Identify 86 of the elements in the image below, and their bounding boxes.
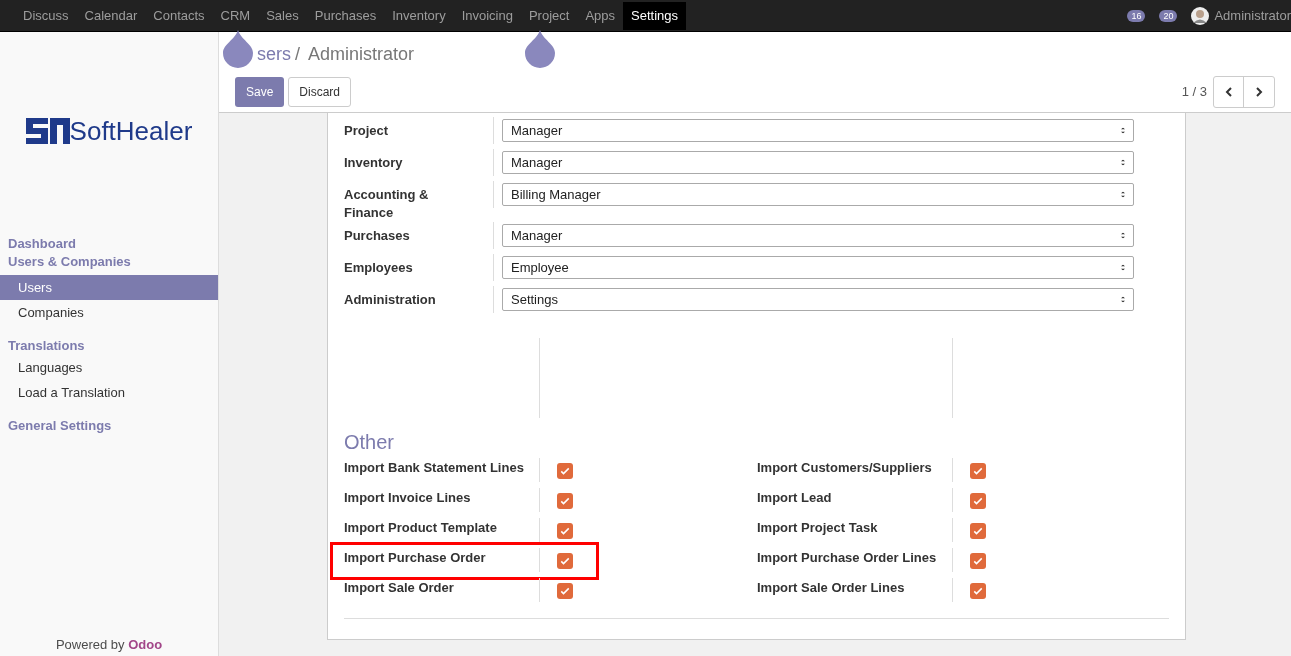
checkbox[interactable] bbox=[970, 493, 986, 509]
sidebar-item[interactable]: Users bbox=[0, 275, 218, 300]
menu-tab[interactable]: Project bbox=[520, 1, 578, 30]
select-field[interactable]: Employee bbox=[502, 256, 1134, 279]
user-name[interactable]: Administrator bbox=[1214, 5, 1291, 26]
menu-tab[interactable]: Calendar bbox=[76, 1, 146, 30]
sidebar-item[interactable]: Load a Translation bbox=[0, 380, 218, 405]
checkbox[interactable] bbox=[557, 463, 573, 479]
dropdown-arrows-icon bbox=[1121, 232, 1125, 239]
check-icon bbox=[972, 525, 984, 537]
checkbox-label: Import Purchase Order bbox=[344, 549, 487, 567]
checkbox-label: Import Bank Statement Lines bbox=[344, 459, 525, 477]
checkbox[interactable] bbox=[557, 583, 573, 599]
message-badge[interactable]: 20 bbox=[1159, 9, 1178, 22]
checkbox[interactable] bbox=[557, 493, 573, 509]
chevron-left-icon bbox=[1223, 87, 1234, 97]
checkbox[interactable] bbox=[970, 463, 986, 479]
checkbox-label: Import Customers/Suppliers bbox=[757, 459, 933, 477]
odoo-link[interactable]: Odoo bbox=[128, 636, 163, 652]
checkbox[interactable] bbox=[970, 583, 986, 599]
checkbox-label: Import Invoice Lines bbox=[344, 489, 472, 507]
dropdown-arrows-icon bbox=[1121, 191, 1125, 198]
checkbox-label: Import Purchase Order Lines bbox=[757, 549, 938, 567]
field-label: Inventory bbox=[344, 154, 404, 172]
dropdown-arrows-icon bbox=[1121, 264, 1125, 271]
select-field[interactable]: Manager bbox=[502, 224, 1134, 247]
menu-tab[interactable]: Discuss bbox=[15, 1, 77, 30]
check-icon bbox=[972, 495, 984, 507]
check-icon bbox=[559, 495, 571, 507]
check-icon bbox=[972, 465, 984, 477]
sidebar-item[interactable]: Languages bbox=[0, 355, 218, 380]
menu-tab[interactable]: Settings bbox=[623, 1, 687, 30]
save-button[interactable]: Save bbox=[235, 77, 285, 107]
menu-tab[interactable]: Contacts bbox=[145, 1, 213, 30]
breadcrumb-title: Administrator bbox=[308, 42, 415, 66]
menu-tab[interactable]: CRM bbox=[212, 1, 259, 30]
menu-tab[interactable]: Sales bbox=[258, 1, 307, 30]
pager-counter: 1 / 3 bbox=[1181, 83, 1207, 102]
menu-tab[interactable]: Purchases bbox=[306, 1, 385, 30]
sidebar-item[interactable]: Companies bbox=[0, 300, 218, 325]
tip-marker-icon[interactable] bbox=[223, 30, 253, 68]
sidebar-section[interactable]: General Settings bbox=[0, 417, 218, 435]
breadcrumb-separator: / bbox=[295, 42, 301, 66]
activity-badge[interactable]: 16 bbox=[1127, 9, 1146, 22]
logo-icon bbox=[25, 118, 70, 144]
sidebar-section[interactable]: Translations bbox=[0, 337, 218, 355]
breadcrumb-link[interactable]: sers bbox=[257, 40, 291, 68]
sidebar-section[interactable]: Dashboard bbox=[0, 235, 218, 253]
tip-marker-icon[interactable] bbox=[525, 30, 555, 68]
checkbox-label: Import Product Template bbox=[344, 519, 498, 537]
check-icon bbox=[972, 555, 984, 567]
field-label: Accounting & Finance bbox=[344, 186, 430, 222]
field-label: Administration bbox=[344, 291, 437, 309]
menu-tab[interactable]: Apps bbox=[577, 1, 624, 30]
field-label: Project bbox=[344, 122, 390, 140]
checkbox[interactable] bbox=[970, 553, 986, 569]
discard-button[interactable]: Discard bbox=[288, 77, 352, 107]
checkbox-label: Import Lead bbox=[757, 489, 833, 507]
check-icon bbox=[559, 555, 571, 567]
field-label: Purchases bbox=[344, 227, 411, 245]
check-icon bbox=[559, 465, 571, 477]
logo-text: SoftHealer bbox=[69, 114, 193, 148]
check-icon bbox=[972, 585, 984, 597]
select-field[interactable]: Manager bbox=[502, 151, 1134, 174]
select-field[interactable]: Settings bbox=[502, 288, 1134, 311]
checkbox-label: Import Sale Order bbox=[344, 579, 455, 597]
menu-tab[interactable]: Inventory bbox=[384, 1, 454, 30]
dropdown-arrows-icon bbox=[1121, 296, 1125, 303]
section-title: Other bbox=[344, 430, 396, 454]
checkbox[interactable] bbox=[557, 523, 573, 539]
checkbox[interactable] bbox=[970, 523, 986, 539]
select-field[interactable]: Manager bbox=[502, 119, 1134, 142]
checkbox[interactable] bbox=[557, 553, 573, 569]
field-label: Employees bbox=[344, 259, 414, 277]
chevron-right-icon bbox=[1254, 87, 1264, 97]
checkbox-label: Import Project Task bbox=[757, 519, 879, 537]
menu-tab[interactable]: Invoicing bbox=[453, 1, 521, 30]
footer-text: Powered by bbox=[55, 636, 126, 652]
check-icon bbox=[559, 525, 571, 537]
dropdown-arrows-icon bbox=[1121, 127, 1125, 134]
sidebar-section[interactable]: Users & Companies bbox=[0, 253, 218, 271]
avatar-icon bbox=[1191, 6, 1210, 25]
check-icon bbox=[559, 585, 571, 597]
select-field[interactable]: Billing Manager bbox=[502, 183, 1134, 206]
dropdown-arrows-icon bbox=[1121, 159, 1125, 166]
checkbox-label: Import Sale Order Lines bbox=[757, 579, 906, 597]
